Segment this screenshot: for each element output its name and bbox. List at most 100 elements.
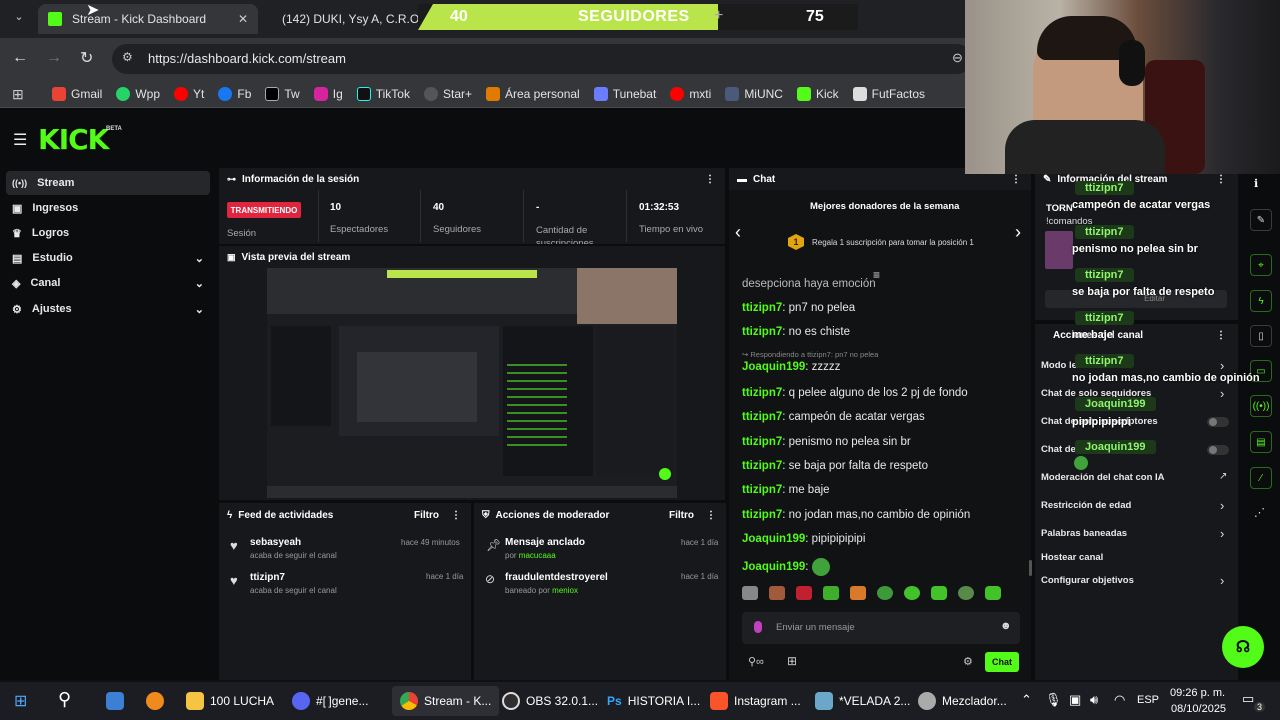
chat-username[interactable]: ttizipn7 [742, 411, 782, 423]
tray-app-icon[interactable]: ▣ [1069, 692, 1081, 708]
rail-edit-icon[interactable]: ✎ [1250, 209, 1272, 231]
chevron-right-icon[interactable]: › [1220, 573, 1224, 588]
windows-start-icon[interactable]: ⊞ [14, 691, 27, 711]
fl-studio-icon[interactable] [146, 692, 164, 710]
mic-icon[interactable]: 🎙︎ [1045, 692, 1062, 708]
bookmark-tunebat[interactable]: Tunebat [593, 86, 656, 101]
bookmark-miunc[interactable]: MiUNC [725, 86, 783, 101]
tray-chevron-up-icon[interactable]: ⌃ [1021, 692, 1032, 708]
bookmark-tiktok[interactable]: TikTok [356, 86, 410, 101]
row-banned-words[interactable]: Palabras baneadas [1041, 528, 1127, 539]
bookmark-ig[interactable]: Ig [313, 86, 343, 101]
bookmark-gmail[interactable]: Gmail [52, 86, 102, 101]
feed-user[interactable]: ttizipn7 [250, 572, 285, 583]
chat-username[interactable]: ttizipn7 [742, 436, 782, 448]
taskbar-brave[interactable]: Instagram ... [710, 686, 801, 716]
filter-button[interactable]: Filtro [414, 510, 439, 521]
rail-broadcast-icon[interactable]: ((•)) [1250, 395, 1272, 417]
tab-close-icon[interactable]: ✕ [238, 12, 248, 26]
rail-share-icon[interactable]: ⋰ [1254, 506, 1265, 519]
sidebar-item-stream[interactable]: ((•)) Stream [6, 171, 210, 195]
hamburger-menu-icon[interactable]: ☰ [13, 130, 27, 150]
taskbar-folder[interactable]: 100 LUCHA [186, 686, 274, 716]
info-icon[interactable]: ℹ [1254, 177, 1258, 190]
taskbar-mixer[interactable]: Mezclador... [918, 686, 1007, 716]
more-menu-icon[interactable]: ⋮ [1011, 174, 1021, 185]
bookmark-mxti[interactable]: mxti [670, 86, 711, 101]
taskbar-discord[interactable]: #[ ]gene... [292, 686, 368, 716]
chat-username[interactable]: ttizipn7 [742, 484, 782, 496]
feed-user[interactable]: sebasyeah [250, 537, 301, 548]
address-bar[interactable]: ⚙ https://dashboard.kick.com/stream ⊖ [112, 44, 972, 74]
taskbar-chrome[interactable]: Stream - K... [392, 686, 500, 716]
more-menu-icon[interactable]: ⋮ [706, 510, 716, 521]
sidebar-item-ingresos[interactable]: ▣ Ingresos [6, 196, 210, 220]
row-ai-moderation[interactable]: Moderación del chat con IA [1041, 472, 1165, 483]
zoom-icon[interactable]: ⊖ [952, 50, 963, 66]
mod-by-user[interactable]: macucaaa [519, 551, 556, 560]
chat-input[interactable]: Enviar un mensaje ☻ [742, 612, 1020, 644]
chevron-right-icon[interactable]: › [1220, 358, 1224, 373]
row-host-channel[interactable]: Hostear canal [1041, 552, 1103, 563]
back-arrow-icon[interactable]: ← [12, 49, 28, 67]
chat-username[interactable]: ttizipn7 [742, 326, 782, 338]
emote-icon[interactable] [985, 586, 1001, 600]
chat-username[interactable]: ttizipn7 [742, 509, 782, 521]
emote-chat-toggle[interactable] [1207, 445, 1229, 455]
clock-time[interactable]: 09:26 p. m. [1170, 687, 1225, 699]
more-menu-icon[interactable]: ⋮ [705, 174, 715, 185]
more-menu-icon[interactable]: ⋮ [1216, 330, 1226, 341]
stream-preview-video[interactable] [267, 268, 677, 498]
chat-username[interactable]: Joaquin199 [742, 561, 805, 573]
emote-icon[interactable] [742, 586, 758, 600]
external-link-icon[interactable]: ↗ [1219, 471, 1227, 482]
site-info-icon[interactable]: ⚙ [122, 50, 133, 64]
bookmark-fb[interactable]: Fb [218, 86, 251, 101]
row-goals[interactable]: Configurar objetivos [1041, 575, 1134, 586]
emote-icon[interactable] [823, 586, 839, 600]
bookmark-yt[interactable]: Yt [174, 86, 204, 101]
support-chat-button[interactable]: ☊ [1222, 626, 1264, 668]
rail-bolt-icon[interactable]: ϟ [1250, 290, 1272, 312]
emote-icon[interactable] [958, 586, 974, 600]
chevron-left-icon[interactable]: ‹ [735, 222, 741, 243]
mod-by-user[interactable]: meniox [552, 586, 578, 595]
emote-icon[interactable] [769, 586, 785, 600]
chevron-right-icon[interactable]: › [1220, 498, 1224, 513]
bookmark-kick[interactable]: Kick [796, 86, 839, 101]
tab-youtube[interactable]: (142) DUKI, Ysy A, C.R.O - [262, 4, 420, 34]
tab-kick-dashboard[interactable]: Stream - Kick Dashboard ✕ [38, 4, 258, 34]
chat-username[interactable]: ttizipn7 [742, 387, 782, 399]
chevron-right-icon[interactable]: › [1220, 526, 1224, 541]
chat-username[interactable]: Joaquin199 [742, 533, 805, 545]
chat-send-button[interactable]: Chat [985, 652, 1019, 672]
tab-list-chevron-icon[interactable]: ⌄ [10, 10, 28, 28]
chat-tools-icon[interactable]: ⚲∞ [748, 655, 764, 668]
bookmark-futfactos[interactable]: FutFactos [852, 86, 925, 101]
more-menu-icon[interactable]: ⋮ [1216, 174, 1226, 185]
emote-icon[interactable] [796, 586, 812, 600]
emote-icon[interactable] [877, 586, 893, 600]
sidebar-item-ajustes[interactable]: ⚙ Ajustes ⌄ [6, 297, 210, 321]
chat-username[interactable]: Joaquin199 [742, 361, 805, 373]
rail-layout-icon[interactable]: ▤ [1250, 431, 1272, 453]
row-age-restriction[interactable]: Restricción de edad [1041, 500, 1131, 511]
taskbar-velada[interactable]: *VELADA 2... [815, 686, 910, 716]
kick-logo[interactable]: KICK [38, 123, 109, 156]
rail-wand-icon[interactable]: ⁄ [1250, 467, 1272, 489]
chevron-right-icon[interactable]: › [1015, 222, 1021, 243]
emote-icon[interactable] [850, 586, 866, 600]
reload-icon[interactable]: ↻ [80, 48, 93, 68]
language-indicator[interactable]: ESP [1137, 694, 1159, 706]
filter-button[interactable]: Filtro [669, 510, 694, 521]
emote-icon[interactable] [904, 586, 920, 600]
taskbar-obs[interactable]: OBS 32.0.1... [502, 686, 598, 716]
forward-arrow-icon[interactable]: → [46, 49, 62, 67]
chat-scrollbar[interactable] [1029, 560, 1032, 576]
bookmark-starplus[interactable]: Star+ [423, 86, 472, 101]
new-tab-plus-icon[interactable]: + [714, 7, 723, 25]
chevron-right-icon[interactable]: › [1220, 386, 1224, 401]
rail-crosshair-icon[interactable]: ⌖ [1250, 254, 1272, 276]
subs-only-toggle[interactable] [1207, 417, 1229, 427]
taskbar-photoshop[interactable]: Ps HISTORIA I... [607, 686, 700, 716]
